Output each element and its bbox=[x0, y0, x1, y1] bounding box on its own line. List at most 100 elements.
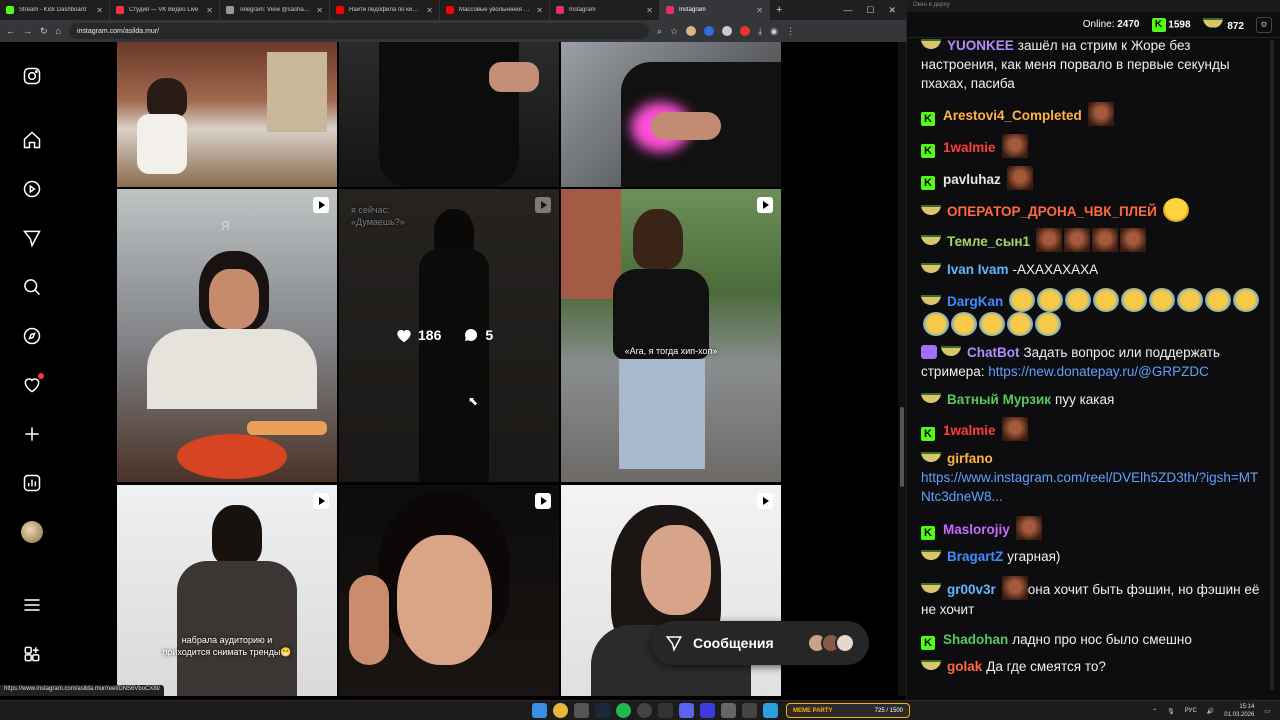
close-icon[interactable]: ✕ bbox=[316, 6, 323, 15]
tab-youtube-2[interactable]: Массовые увольнения 2025... ✕ bbox=[440, 0, 550, 20]
chat-username[interactable]: Темле_сын1 bbox=[947, 234, 1030, 249]
page-scrollbar[interactable] bbox=[898, 42, 906, 696]
download-icon[interactable]: ⤓ bbox=[758, 26, 762, 37]
search-icon[interactable] bbox=[20, 275, 44, 299]
donate-link[interactable]: https://new.donatepay.ru/@GRPZDC bbox=[988, 364, 1209, 379]
start-windows-icon[interactable] bbox=[532, 703, 547, 718]
chat-username[interactable]: 1walmie bbox=[943, 140, 996, 155]
telegram-icon[interactable] bbox=[763, 703, 778, 718]
chat-username[interactable]: gr00v3r bbox=[947, 582, 996, 597]
chat-username[interactable]: Arestovi4_Completed bbox=[943, 108, 1082, 123]
chat-username[interactable]: girfano bbox=[947, 451, 993, 466]
forward-icon[interactable]: → bbox=[23, 26, 32, 36]
microphone-icon[interactable]: 🎙 bbox=[1167, 708, 1175, 715]
close-window-icon[interactable]: ✕ bbox=[888, 5, 896, 16]
bookmark-star-icon[interactable]: ☆ bbox=[670, 26, 678, 37]
post-thumbnail[interactable] bbox=[117, 42, 337, 187]
profile-avatar[interactable] bbox=[20, 520, 44, 544]
new-tab-button[interactable]: + bbox=[770, 4, 788, 16]
reels-icon[interactable] bbox=[20, 177, 44, 201]
close-icon[interactable]: ✕ bbox=[206, 6, 213, 15]
chat-username[interactable]: Ivan Ivam bbox=[947, 262, 1009, 277]
chat-username[interactable]: DargKan bbox=[947, 294, 1003, 309]
close-icon[interactable]: ✕ bbox=[96, 6, 103, 15]
post-thumbnail[interactable] bbox=[339, 485, 559, 696]
maximize-icon[interactable]: ☐ bbox=[866, 5, 874, 16]
chat-username[interactable]: 1walmie bbox=[943, 423, 996, 438]
menu-dots-icon[interactable]: ⋮ bbox=[786, 26, 795, 37]
close-icon[interactable]: ✕ bbox=[426, 6, 433, 15]
person-figure bbox=[147, 78, 187, 118]
chrome-icon[interactable] bbox=[553, 703, 568, 718]
zoom-icon[interactable]: ⌕ bbox=[657, 26, 662, 37]
tab-label: Найти педофила по кирпи... bbox=[349, 7, 422, 13]
scrollbar-thumb[interactable] bbox=[900, 407, 904, 487]
extension-icon[interactable] bbox=[740, 26, 751, 36]
post-thumbnail[interactable] bbox=[561, 42, 781, 187]
notifications-heart-icon[interactable] bbox=[20, 373, 44, 397]
file-explorer-icon[interactable] bbox=[574, 703, 589, 718]
extension-icon[interactable] bbox=[686, 26, 697, 36]
notifications-icon[interactable]: ▭ bbox=[1264, 708, 1270, 715]
settings-gear-icon[interactable]: ⚙ bbox=[1256, 16, 1272, 33]
url-field[interactable]: instagram.com/asilda.mur/ bbox=[68, 23, 649, 39]
post-thumbnail[interactable]: «Ага, я тогда хип-хоп» bbox=[561, 189, 781, 482]
explore-compass-icon[interactable] bbox=[20, 324, 44, 348]
steam-icon[interactable] bbox=[595, 703, 610, 718]
discord-icon[interactable] bbox=[679, 703, 694, 718]
chat-username[interactable]: ChatBot bbox=[967, 345, 1020, 360]
chat-username[interactable]: BragartZ bbox=[947, 549, 1003, 564]
more-menu-icon[interactable] bbox=[20, 593, 44, 617]
home-icon[interactable] bbox=[20, 128, 44, 152]
chat-username[interactable]: YUONKEE bbox=[947, 38, 1014, 53]
close-icon[interactable]: ✕ bbox=[536, 6, 543, 15]
chevron-up-icon[interactable]: ⌃ bbox=[1152, 708, 1157, 715]
app-icon[interactable] bbox=[742, 703, 757, 718]
apps-grid-icon[interactable] bbox=[20, 642, 44, 666]
minimize-icon[interactable]: — bbox=[843, 5, 852, 16]
obs-icon[interactable] bbox=[637, 703, 652, 718]
clock[interactable]: 15:14 01.03.2026 bbox=[1224, 703, 1254, 719]
reload-icon[interactable]: ↻ bbox=[40, 26, 48, 37]
chat-username[interactable]: Shadohan bbox=[943, 632, 1008, 647]
online-label: Online: bbox=[1082, 19, 1115, 30]
close-icon[interactable]: ✕ bbox=[756, 6, 763, 15]
tab-telegram[interactable]: Telegram: View @sashakon ✕ bbox=[220, 0, 330, 20]
app-icon[interactable] bbox=[721, 703, 736, 718]
tab-youtube-1[interactable]: Найти педофила по кирпи... ✕ bbox=[330, 0, 440, 20]
volume-icon[interactable]: 🔊 bbox=[1207, 708, 1214, 715]
avatar bbox=[835, 633, 855, 653]
tab-kick-dashboard[interactable]: Stream - Kick Dashboard ✕ bbox=[0, 0, 110, 20]
create-plus-icon[interactable] bbox=[20, 422, 44, 446]
instagram-reel-link[interactable]: https://www.instagram.com/reel/DVElh5ZD3… bbox=[921, 470, 1258, 504]
direct-send-icon[interactable] bbox=[20, 226, 44, 250]
chat-scrollbar[interactable] bbox=[1270, 40, 1274, 690]
extension-icon[interactable] bbox=[704, 26, 715, 36]
tab-instagram-active[interactable]: Instagram ✕ bbox=[660, 0, 770, 20]
extension-icon[interactable] bbox=[722, 26, 733, 36]
post-thumbnail[interactable]: набрала аудиторию и приходится снимать т… bbox=[117, 485, 337, 696]
close-icon[interactable]: ✕ bbox=[646, 6, 653, 15]
spotify-icon[interactable] bbox=[616, 703, 631, 718]
chat-username[interactable]: golak bbox=[947, 659, 982, 674]
language-indicator[interactable]: РУС bbox=[1185, 708, 1197, 714]
tab-vk-studio[interactable]: Студия — VK Видео Live ✕ bbox=[110, 0, 220, 20]
messages-button[interactable]: Сообщения bbox=[651, 621, 869, 665]
chat-message: K 1walmie bbox=[921, 134, 1261, 158]
dashboard-chart-icon[interactable] bbox=[20, 471, 44, 495]
app-icon[interactable] bbox=[658, 703, 673, 718]
meme-party-widget[interactable]: MEME PARTY 725 / 1500 bbox=[786, 703, 910, 718]
post-thumbnail[interactable]: Я bbox=[117, 189, 337, 482]
tab-instagram-1[interactable]: Instagram ✕ bbox=[550, 0, 660, 20]
media-player-icon[interactable] bbox=[700, 703, 715, 718]
back-icon[interactable]: ← bbox=[6, 26, 15, 36]
chat-username[interactable]: pavluhaz bbox=[943, 172, 1001, 187]
chat-username[interactable]: ОПЕРАТОР_ДРОНА_ЧВК_ПЛЕЙ bbox=[947, 204, 1157, 219]
profile-icon[interactable]: ◉ bbox=[770, 26, 778, 37]
instagram-logo-icon[interactable] bbox=[20, 64, 44, 88]
home-icon[interactable]: ⌂ bbox=[56, 26, 61, 36]
face-emote-icon bbox=[1001, 134, 1028, 158]
chat-username[interactable]: Maslorojiy bbox=[943, 522, 1010, 537]
post-thumbnail[interactable] bbox=[339, 42, 559, 187]
chat-username[interactable]: Ватный Мурзик bbox=[947, 392, 1051, 407]
